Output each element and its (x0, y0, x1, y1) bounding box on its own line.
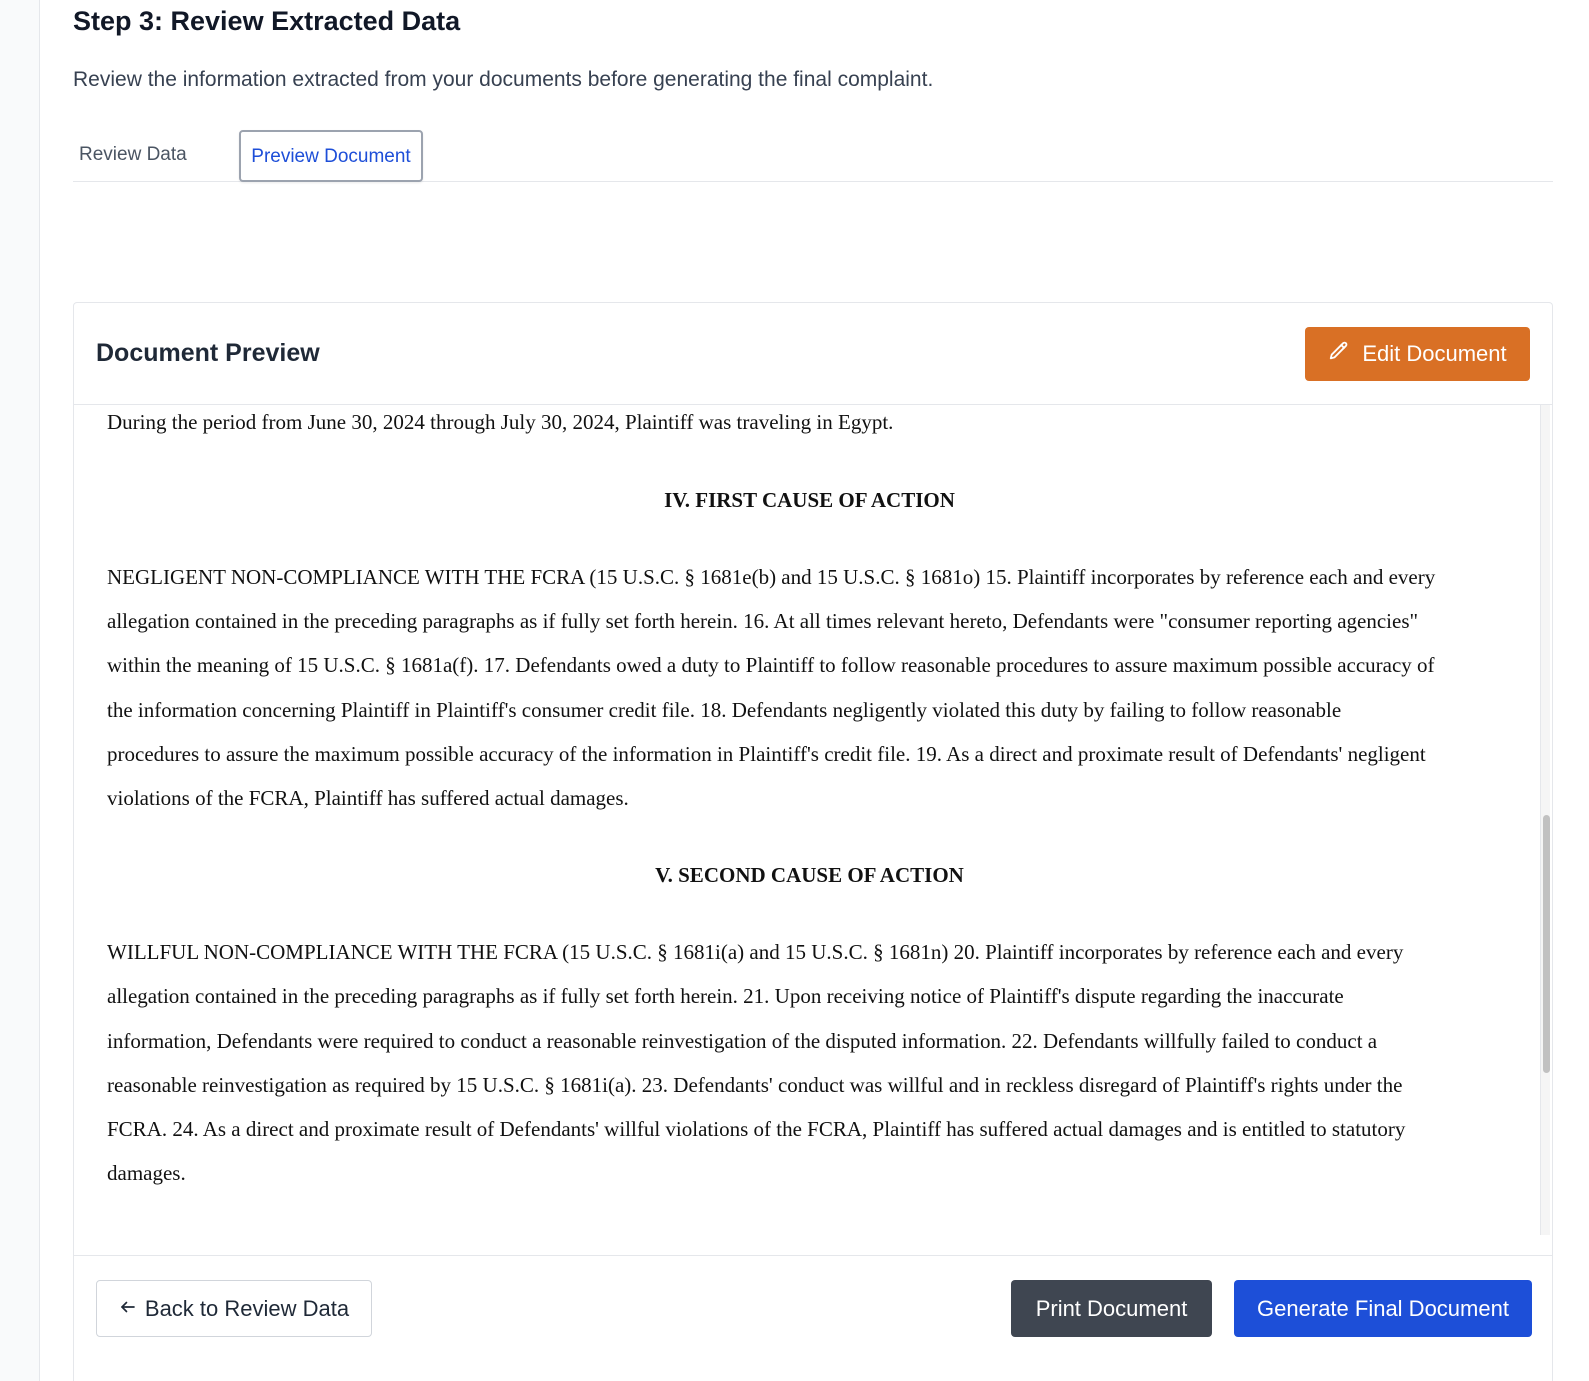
document-scrollbar[interactable] (1540, 405, 1550, 1235)
heading-first-cause: IV. FIRST CAUSE OF ACTION (664, 488, 955, 512)
card-header: Document Preview Edit Document (74, 303, 1552, 405)
pencil-icon (1328, 340, 1350, 368)
card-footer: Back to Review Data Print Document Gener… (74, 1255, 1552, 1381)
step-description: Review the information extracted from yo… (73, 68, 934, 91)
document-intro: During the period from June 30, 2024 thr… (107, 410, 894, 434)
paragraph-line: damages. (107, 1161, 186, 1186)
paragraph-line: procedures to assure the maximum possibl… (107, 741, 1426, 766)
edit-document-label: Edit Document (1362, 341, 1507, 366)
paragraph-line: NEGLIGENT NON-COMPLIANCE WITH THE FCRA (… (107, 565, 1436, 589)
document-preview-card: Document Preview Edit Document During th… (73, 302, 1553, 1381)
step-title: Step 3: Review Extracted Data (73, 6, 461, 36)
generate-final-document-button[interactable]: Generate Final Document (1234, 1280, 1532, 1337)
paragraph-line: reasonable reinvestigation as required b… (107, 1072, 1403, 1097)
back-button-label: Back to Review Data (144, 1295, 350, 1321)
document-body: During the period from June 30, 2024 thr… (107, 405, 1512, 1195)
heading-second-cause: V. SECOND CAUSE OF ACTION (655, 863, 964, 888)
paragraph-line: WILLFUL NON-COMPLIANCE WITH THE FCRA (15… (107, 940, 1404, 965)
document-scroll-area[interactable]: During the period from June 30, 2024 thr… (74, 405, 1554, 1255)
paragraph-line: allegation contained in the preceding pa… (107, 984, 1344, 1009)
tab-preview-document[interactable]: Preview Document (239, 130, 423, 182)
left-sidebar-rail (0, 0, 40, 1381)
paragraph-line: allegation contained in the preceding pa… (107, 609, 1419, 634)
paragraph-first-cause: NEGLIGENT NON-COMPLIANCE WITH THE FCRA (… (107, 555, 1512, 820)
document-preview-title: Document Preview (96, 339, 320, 367)
scrollbar-thumb[interactable] (1543, 815, 1550, 1073)
paragraph-line: within the meaning of 15 U.S.C. § 1681a(… (107, 653, 1435, 678)
tab-bar: Review Data Preview Document (73, 130, 1553, 182)
print-document-button[interactable]: Print Document (1011, 1280, 1212, 1337)
tab-review-data[interactable]: Review Data (73, 130, 193, 182)
arrow-left-icon (119, 1296, 137, 1322)
paragraph-line: information, Defendants were required to… (107, 1028, 1378, 1053)
paragraph-line: the information concerning Plaintiff in … (107, 697, 1342, 722)
back-to-review-button[interactable]: Back to Review Data (96, 1280, 372, 1337)
paragraph-line: violations of the FCRA, Plaintiff has su… (107, 786, 629, 811)
paragraph-line: FCRA. 24. As a direct and proximate resu… (107, 1117, 1406, 1142)
paragraph-second-cause: WILLFUL NON-COMPLIANCE WITH THE FCRA (15… (107, 930, 1512, 1195)
edit-document-button[interactable]: Edit Document (1305, 327, 1530, 381)
